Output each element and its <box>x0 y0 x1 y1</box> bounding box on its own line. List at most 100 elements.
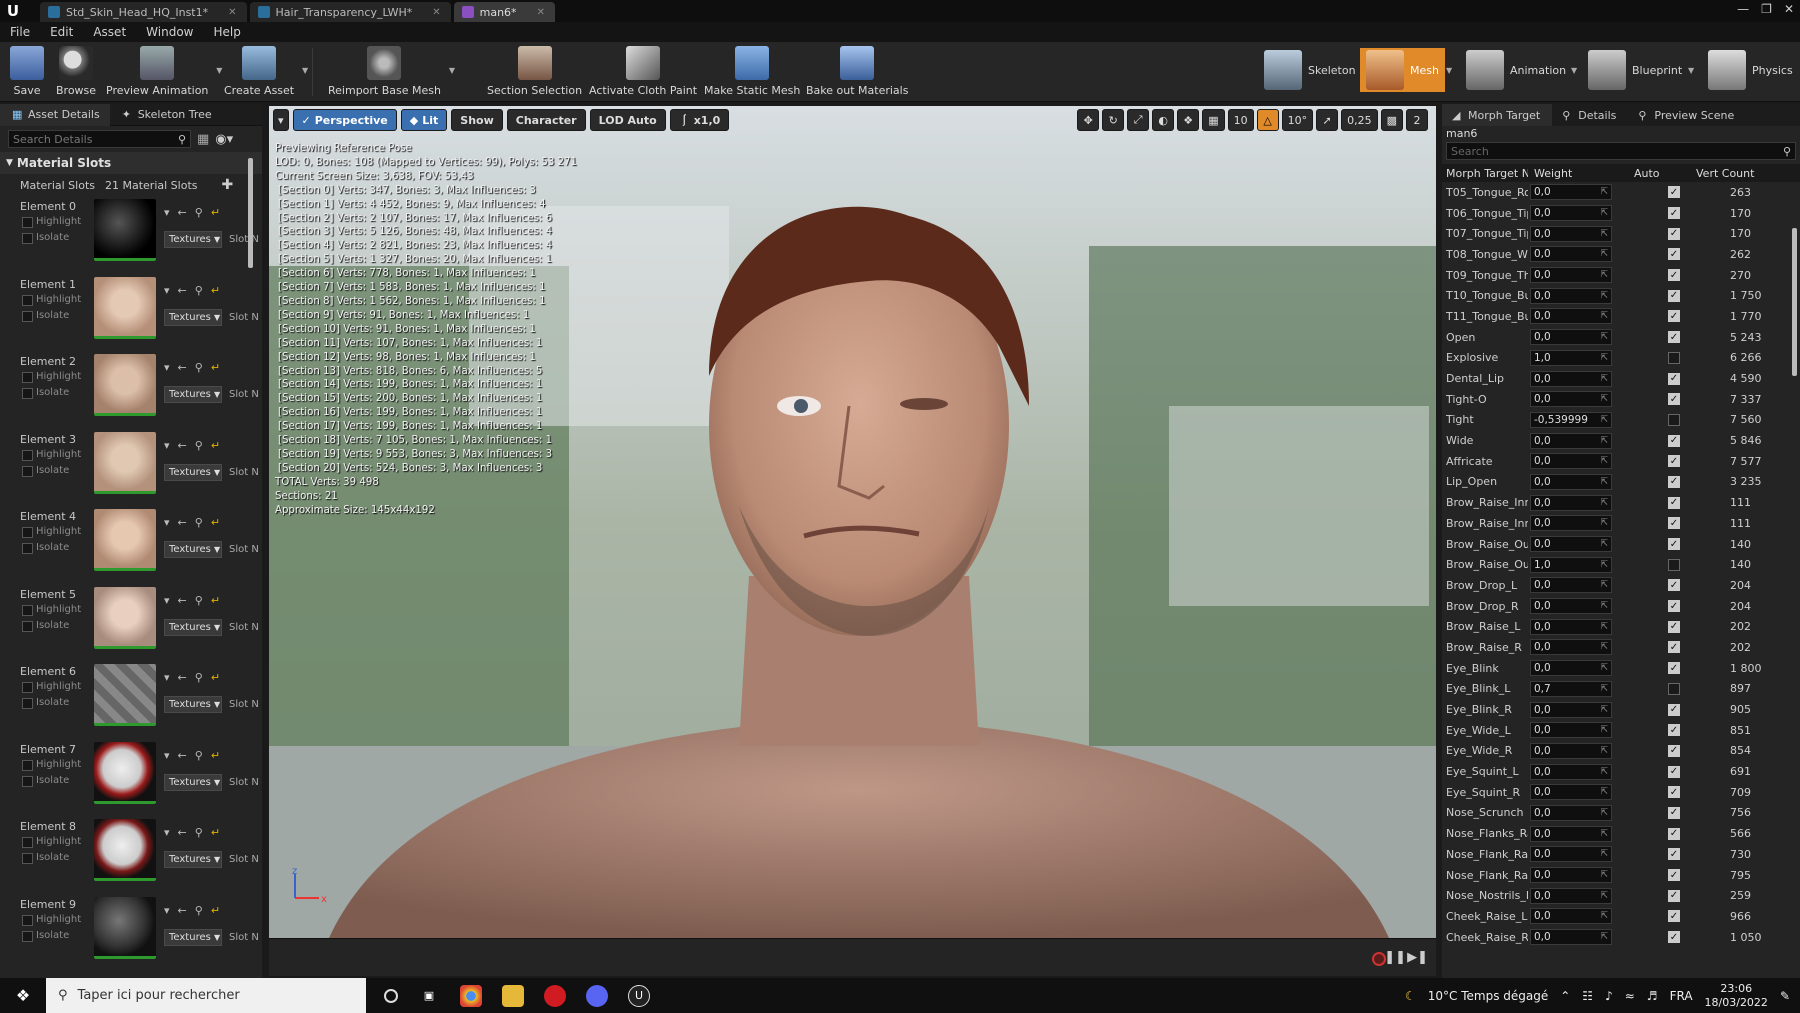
reset-icon[interactable]: ↵ <box>211 826 220 839</box>
use-selected-icon[interactable]: ← <box>178 826 187 839</box>
morph-target-row[interactable]: Eye_Wide_L 0,0 ⇱ ✓ 851 <box>1442 720 1800 741</box>
weight-spinbox[interactable]: 0,0 ⇱ <box>1530 804 1612 821</box>
restore-icon[interactable]: ❐ <box>1761 2 1772 16</box>
auto-checkbox[interactable]: ✓ <box>1668 496 1680 509</box>
auto-checkbox[interactable]: ✓ <box>1668 765 1680 778</box>
auto-checkbox[interactable]: ✓ <box>1668 517 1680 530</box>
auto-checkbox[interactable]: ✓ <box>1668 289 1680 302</box>
preview-animation-button[interactable]: Preview Animation ▼ <box>106 46 222 97</box>
morph-target-row[interactable]: Nose_Flank_Rai 0,0 ⇱ ✓ 795 <box>1442 865 1800 886</box>
document-tab[interactable]: man6* ✕ <box>453 2 555 22</box>
column-morph-target-name[interactable]: Morph Target N <box>1442 167 1528 180</box>
menu-window[interactable]: Window <box>146 25 193 39</box>
isolate-checkbox[interactable] <box>22 465 33 477</box>
morph-target-row[interactable]: Brow_Drop_R 0,0 ⇱ ✓ 204 <box>1442 596 1800 617</box>
language-indicator[interactable]: FRA <box>1670 989 1693 1003</box>
browse-icon[interactable]: ⚲ <box>195 439 203 452</box>
scale-snap-icon[interactable]: ➚ <box>1316 109 1339 131</box>
use-selected-icon[interactable]: ← <box>178 206 187 219</box>
auto-checkbox[interactable]: ✓ <box>1668 600 1680 613</box>
close-tab-icon[interactable]: ✕ <box>537 7 545 18</box>
chevron-down-icon[interactable]: ▼ <box>1446 66 1452 75</box>
auto-checkbox[interactable]: ✓ <box>1668 827 1680 840</box>
weight-spinbox[interactable]: 0,0 ⇱ <box>1530 225 1612 242</box>
weight-spinbox[interactable]: 0,0 ⇱ <box>1530 887 1612 904</box>
reset-icon[interactable]: ↵ <box>211 284 220 297</box>
physics-mode-button[interactable]: Physics <box>1702 48 1799 92</box>
morph-search-input[interactable]: Search ⚲ <box>1446 142 1796 160</box>
close-tab-icon[interactable]: ✕ <box>432 7 440 18</box>
morph-target-row[interactable]: Explosive 1,0 ⇱ 6 266 <box>1442 348 1800 369</box>
morph-target-row[interactable]: Eye_Blink 0,0 ⇱ ✓ 1 800 <box>1442 658 1800 679</box>
morph-scrollbar[interactable] <box>1792 228 1797 376</box>
auto-checkbox[interactable]: ✓ <box>1668 248 1680 261</box>
auto-checkbox[interactable]: ✓ <box>1668 786 1680 799</box>
column-vert-count[interactable]: Vert Count <box>1696 167 1754 180</box>
task-view-icon[interactable]: ▣ <box>418 985 440 1007</box>
close-tab-icon[interactable]: ✕ <box>228 7 236 18</box>
network-icon[interactable]: ☷ <box>1582 989 1593 1003</box>
blueprint-mode-button[interactable]: Blueprint <box>1582 48 1688 92</box>
morph-target-row[interactable]: Cheek_Raise_L 0,0 ⇱ ✓ 966 <box>1442 906 1800 927</box>
camera-speed-value[interactable]: 2 <box>1406 109 1428 131</box>
isolate-checkbox[interactable] <box>22 698 33 709</box>
menu-help[interactable]: Help <box>213 25 240 39</box>
auto-checkbox[interactable]: ✓ <box>1668 475 1680 488</box>
weight-spinbox[interactable]: 0,0 ⇱ <box>1530 453 1612 470</box>
chevron-down-icon[interactable]: ▾ <box>164 671 170 684</box>
chevron-down-icon[interactable]: ▼ <box>1571 66 1577 75</box>
auto-checkbox[interactable]: ✓ <box>1668 393 1680 406</box>
browse-icon[interactable]: ⚲ <box>195 904 203 917</box>
highlight-checkbox[interactable] <box>22 682 33 693</box>
auto-checkbox[interactable]: ✓ <box>1668 931 1680 944</box>
highlight-checkbox[interactable] <box>22 294 33 306</box>
browse-icon[interactable]: ⚲ <box>195 594 203 607</box>
material-thumbnail[interactable] <box>94 819 156 881</box>
morph-target-row[interactable]: T06_Tongue_Tip 0,0 ⇱ ✓ 170 <box>1442 203 1800 224</box>
auto-checkbox[interactable]: ✓ <box>1668 310 1680 323</box>
file-explorer-icon[interactable] <box>502 984 524 1007</box>
character-button[interactable]: Character <box>506 109 586 131</box>
isolate-checkbox[interactable] <box>22 310 33 322</box>
auto-checkbox[interactable]: ✓ <box>1668 848 1680 861</box>
chevron-down-icon[interactable]: ▼ <box>449 66 455 75</box>
grid-view-icon[interactable]: ▦ <box>197 132 209 147</box>
perspective-button[interactable]: ✓ Perspective <box>292 109 397 131</box>
bake-out-materials-button[interactable]: Bake out Materials <box>806 46 908 97</box>
isolate-checkbox[interactable] <box>22 543 33 554</box>
left-scrollbar[interactable] <box>248 158 253 268</box>
weight-spinbox[interactable]: 0,0 ⇱ <box>1530 577 1612 594</box>
weight-spinbox[interactable]: 0,0 ⇱ <box>1530 701 1612 718</box>
weight-spinbox[interactable]: 0,0 ⇱ <box>1530 598 1612 615</box>
auto-checkbox[interactable]: ✓ <box>1668 889 1680 902</box>
auto-checkbox[interactable]: ✓ <box>1668 724 1680 737</box>
microphone-icon[interactable]: ♪ <box>1605 989 1613 1003</box>
browse-icon[interactable]: ⚲ <box>195 516 203 529</box>
opera-icon[interactable] <box>544 984 566 1007</box>
tab-details[interactable]: ⚲ Details <box>1552 104 1628 126</box>
morph-target-row[interactable]: Dental_Lip 0,0 ⇱ ✓ 4 590 <box>1442 368 1800 389</box>
textures-dropdown[interactable]: Textures ▼ <box>164 696 222 713</box>
chevron-down-icon[interactable]: ▾ <box>164 826 170 839</box>
morph-target-row[interactable]: Eye_Squint_L 0,0 ⇱ ✓ 691 <box>1442 761 1800 782</box>
windows-start-icon[interactable]: ❖ <box>0 978 46 1013</box>
rotation-snap-icon[interactable]: △ <box>1256 109 1279 131</box>
morph-target-row[interactable]: Brow_Raise_L 0,0 ⇱ ✓ 202 <box>1442 616 1800 637</box>
highlight-checkbox[interactable] <box>22 217 33 228</box>
use-selected-icon[interactable]: ← <box>178 439 187 452</box>
morph-target-row[interactable]: T11_Tongue_Bu 0,0 ⇱ ✓ 1 770 <box>1442 306 1800 327</box>
reset-icon[interactable]: ↵ <box>211 206 220 219</box>
search-details-input[interactable]: Search Details ⚲ <box>8 130 191 148</box>
auto-checkbox[interactable]: ✓ <box>1668 641 1680 654</box>
morph-target-row[interactable]: Nose_Flank_Rai 0,0 ⇱ ✓ 730 <box>1442 844 1800 865</box>
reset-icon[interactable]: ↵ <box>211 594 220 607</box>
tab-asset-details[interactable]: ▦ Asset Details <box>0 104 110 126</box>
chrome-icon[interactable] <box>460 984 482 1007</box>
notifications-icon[interactable]: ✎ <box>1780 989 1790 1003</box>
material-slots-section-header[interactable]: ▼ Material Slots <box>0 152 262 174</box>
weight-spinbox[interactable]: 0,0 ⇱ <box>1530 515 1612 532</box>
weight-spinbox[interactable]: 0,0 ⇱ <box>1530 473 1612 490</box>
browse-button[interactable]: Browse <box>56 46 96 97</box>
highlight-checkbox[interactable] <box>22 759 33 771</box>
highlight-checkbox[interactable] <box>22 449 33 461</box>
